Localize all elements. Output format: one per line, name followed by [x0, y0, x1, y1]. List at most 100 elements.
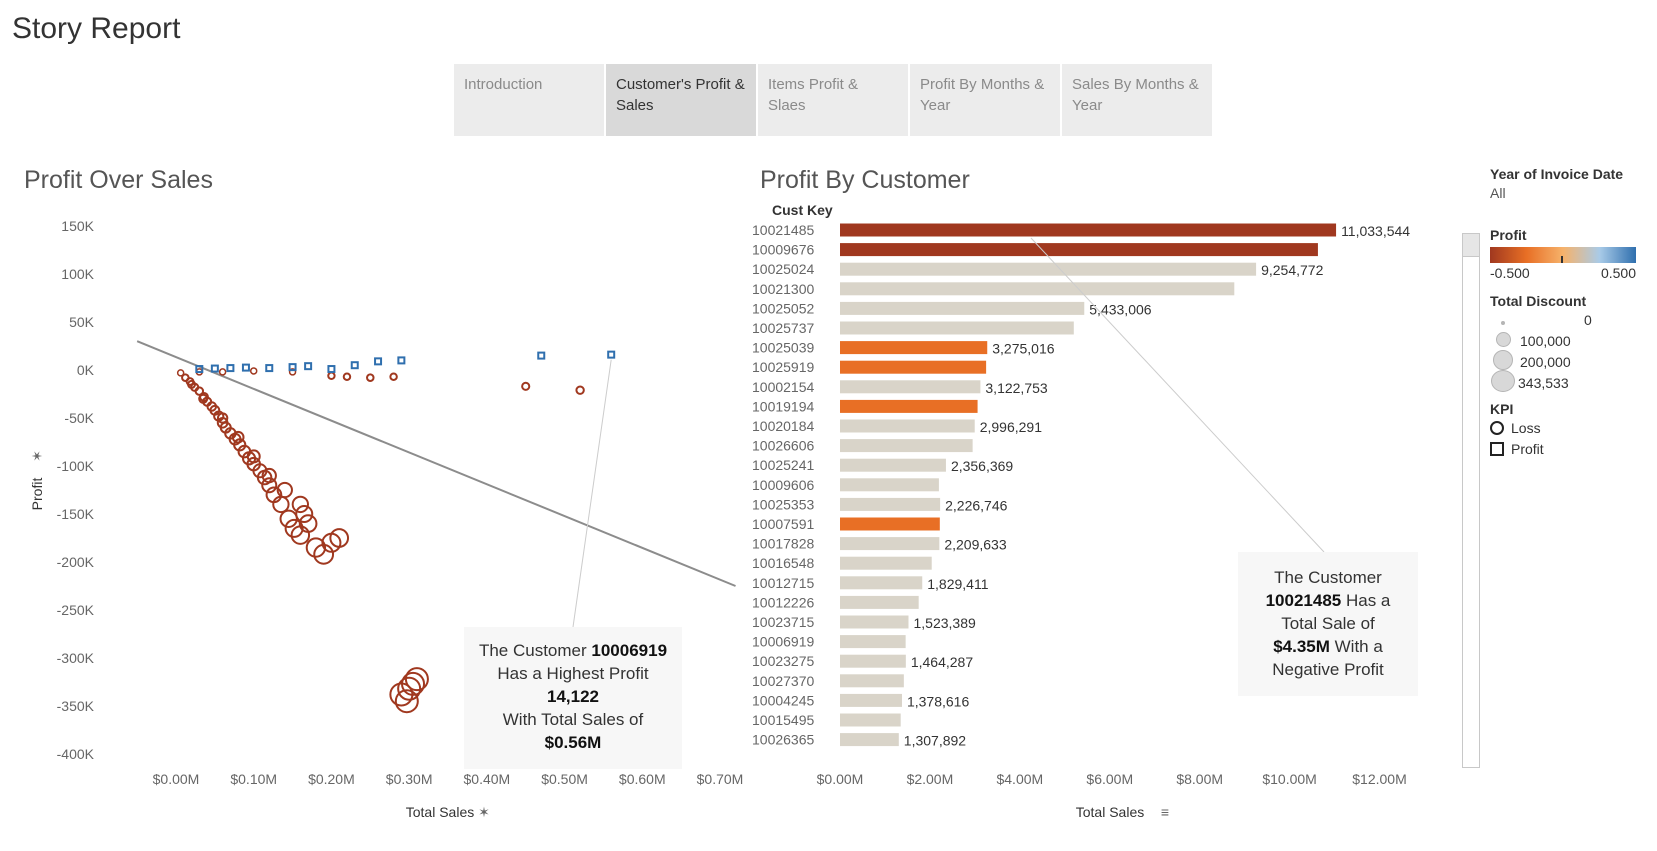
x-tick-label: $0.30M — [386, 771, 433, 787]
y-tick-label: -150K — [57, 506, 95, 522]
bar-value-label: 2,356,369 — [951, 458, 1013, 474]
page-title: Story Report — [12, 12, 181, 45]
bar — [840, 262, 1257, 276]
bar — [840, 439, 973, 453]
story-tab-introduction[interactable]: Introduction — [454, 64, 604, 136]
x-tick-label: $0.60M — [619, 771, 666, 787]
bar-value-label: 1,523,389 — [913, 615, 975, 631]
legend-panel: Year of Invoice Date All Profit -0.500 0… — [1490, 166, 1650, 459]
category-label: 10023275 — [752, 653, 815, 669]
profit-point — [265, 364, 274, 373]
category-label: 10026365 — [752, 732, 815, 748]
bar — [840, 478, 939, 492]
x-tick-label: $0.70M — [697, 771, 744, 787]
annotation-customer-id: 10021485 — [1265, 591, 1342, 610]
year-filter-value[interactable]: All — [1490, 185, 1650, 201]
bar — [840, 693, 902, 707]
x-tick-label: $8.00M — [1176, 771, 1223, 787]
category-label: 10012226 — [752, 594, 815, 610]
annotation-text: With Total Sales of — [502, 710, 644, 729]
bar-value-label: 1,378,616 — [907, 693, 969, 709]
annotation-sales-value: $0.56M — [544, 733, 602, 752]
x-tick-label: $6.00M — [1086, 771, 1133, 787]
bar — [840, 321, 1074, 335]
profit-point — [210, 364, 219, 373]
scrollbar[interactable] — [1462, 233, 1480, 768]
bar — [840, 341, 988, 355]
annotation-sales-value: $4.35M — [1273, 637, 1330, 656]
discount-legend-item: 200,000 — [1490, 350, 1650, 372]
bar — [840, 497, 941, 511]
bar — [840, 399, 978, 413]
bar-value-label: 1,464,287 — [911, 654, 973, 670]
bar-value-label: 11,033,544 — [1341, 223, 1410, 239]
category-label: 10025024 — [752, 261, 815, 277]
loss-point — [279, 509, 298, 528]
category-label: 10017828 — [752, 536, 815, 552]
scrollbar-thumb[interactable] — [1463, 234, 1479, 257]
story-tabs: Introduction Customer's Profit & Sales I… — [454, 64, 1212, 136]
category-label: 10025241 — [752, 457, 815, 473]
circle-icon — [1490, 420, 1504, 435]
category-label: 10025052 — [752, 300, 815, 316]
category-label: 10015495 — [752, 712, 815, 728]
bar — [840, 380, 981, 394]
category-label: 10012715 — [752, 575, 815, 591]
scatter-chart-title: Profit Over Sales — [24, 166, 213, 194]
x-tick-label: $4.00M — [996, 771, 1043, 787]
loss-point — [404, 667, 429, 692]
year-filter-title: Year of Invoice Date — [1490, 166, 1624, 182]
discount-legend-item: 343,533 — [1490, 370, 1650, 393]
loss-point — [521, 381, 531, 391]
loss-point — [291, 495, 310, 514]
bar — [840, 595, 919, 609]
y-tick-label: -250K — [57, 602, 95, 618]
pin-icon: ✶ — [29, 450, 45, 462]
x-tick-label: $0.00M — [153, 771, 200, 787]
bar — [840, 517, 940, 531]
x-tick-label: $2.00M — [907, 771, 954, 787]
x-tick-label: $0.20M — [308, 771, 355, 787]
category-label: 10021485 — [752, 222, 815, 238]
loss-point — [295, 505, 314, 523]
y-tick-label: 0K — [77, 362, 95, 378]
x-tick-label: $12.00M — [1352, 771, 1406, 787]
category-label: 10025919 — [752, 359, 815, 375]
bar — [840, 419, 975, 433]
x-tick-label: $0.00M — [817, 771, 864, 787]
annotation-leader-line — [572, 359, 612, 628]
story-tab-items-profit-sales[interactable]: Items Profit & Slaes — [758, 64, 908, 136]
story-tab-profit-by-months-year[interactable]: Profit By Months & Year — [910, 64, 1060, 136]
bar-value-label: 5,433,006 — [1089, 301, 1151, 317]
bar — [840, 674, 904, 688]
x-axis-label: Total Sales — [406, 804, 474, 820]
category-label: 10027370 — [752, 673, 815, 689]
bar-value-label: 3,122,753 — [985, 380, 1047, 396]
category-label: 10025039 — [752, 340, 815, 356]
annotation-profit-value: 14,122 — [547, 687, 599, 706]
y-tick-label: -200K — [57, 554, 95, 570]
category-label: 10016548 — [752, 555, 815, 571]
bar — [840, 615, 909, 629]
bar-value-label: 2,996,291 — [980, 419, 1042, 435]
story-tab-sales-by-months-year[interactable]: Sales By Months & Year — [1062, 64, 1212, 136]
category-label: 10025737 — [752, 320, 815, 336]
bar-chart: Cust Key 10021485 11,033,544 10009676 100250… — [752, 202, 1410, 820]
category-label: 10026606 — [752, 438, 815, 454]
loss-point — [366, 373, 375, 382]
profit-point — [537, 351, 546, 360]
annotation-text: Total Sale of — [1281, 614, 1375, 633]
bar-value-label: 2,209,633 — [944, 537, 1006, 553]
loss-point — [342, 372, 352, 381]
story-tab-customers-profit-sales[interactable]: Customer's Profit & Sales — [606, 64, 756, 136]
bar — [840, 458, 946, 472]
bar — [840, 733, 899, 747]
y-tick-label: 100K — [61, 266, 94, 282]
x-tick-label: $0.10M — [230, 771, 277, 787]
category-label: 10007591 — [752, 516, 815, 532]
y-tick-label: -300K — [57, 650, 95, 666]
bar-value-label: 1,829,411 — [927, 576, 988, 592]
profit-point — [397, 356, 406, 365]
category-label: 10006919 — [752, 634, 815, 650]
profit-point — [241, 363, 250, 372]
